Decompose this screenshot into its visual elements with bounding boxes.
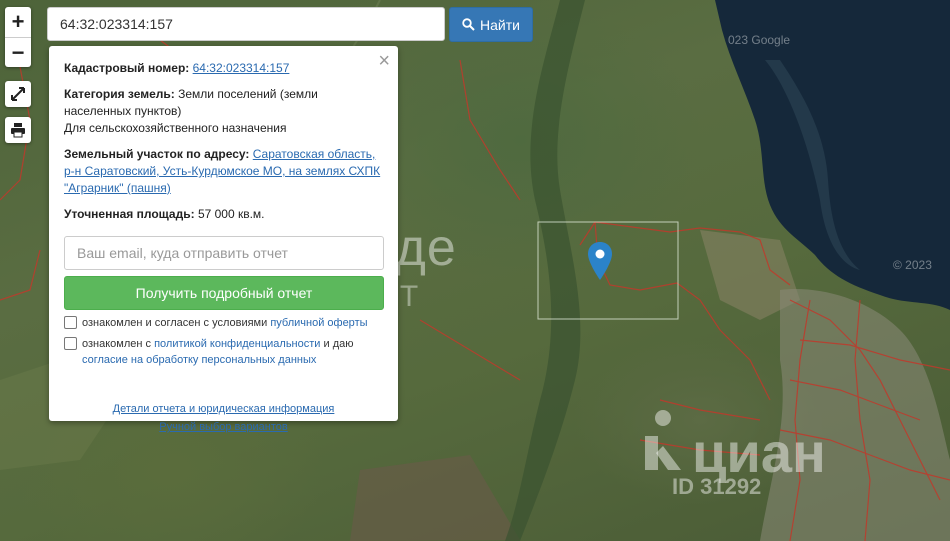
category-purpose: Для сельскохозяйственного назначения xyxy=(64,121,287,135)
printer-icon xyxy=(11,123,25,138)
land-category-row: Категория земель: Земли поселений (земли… xyxy=(64,86,383,137)
offer-consent-checkbox[interactable]: ознакомлен и согласен с условиями публич… xyxy=(64,315,383,331)
area-row: Уточненная площадь: 57 000 кв.м. xyxy=(64,206,383,223)
parcel-info-panel: × Кадастровый номер: 64:32:023314:157 Ка… xyxy=(49,46,398,433)
privacy-consent-text: ознакомлен с политикой конфиденциальност… xyxy=(82,336,383,368)
privacy-consent-checkbox[interactable]: ознакомлен с политикой конфиденциальност… xyxy=(64,336,383,368)
search-button[interactable]: Найти xyxy=(449,7,533,42)
offer-consent-text: ознакомлен и согласен с условиями публич… xyxy=(82,315,368,331)
zoom-controls: + − xyxy=(5,7,31,67)
email-field[interactable] xyxy=(64,236,384,270)
checkbox-offer[interactable] xyxy=(64,316,77,329)
search-button-label: Найти xyxy=(480,16,520,33)
manual-selection-link[interactable]: Ручной выбор вариантов xyxy=(159,421,287,433)
category-label: Категория земель: xyxy=(64,87,175,101)
google-watermark: 023 Google xyxy=(728,33,791,47)
address-label: Земельный участок по адресу: xyxy=(64,147,250,161)
area-label: Уточненная площадь: xyxy=(64,207,195,221)
checkbox-privacy[interactable] xyxy=(64,337,77,350)
close-icon[interactable]: × xyxy=(378,50,390,73)
panel-footer-links: Детали отчета и юридическая информация Р… xyxy=(64,400,383,436)
expand-icon xyxy=(11,87,25,101)
offer-consent-label: ознакомлен и согласен с условиями xyxy=(82,317,268,329)
cadastral-search-input[interactable] xyxy=(47,7,445,41)
cadastral-label: Кадастровый номер: xyxy=(64,61,190,75)
copyright-watermark: © 2023 xyxy=(893,258,932,272)
map-marker-icon[interactable] xyxy=(588,242,612,280)
fullscreen-button[interactable] xyxy=(5,81,31,107)
print-button[interactable] xyxy=(5,117,31,143)
privacy-consent-label: ознакомлен с xyxy=(82,338,152,350)
listing-id-watermark: ID 31292 xyxy=(672,474,762,499)
cadastral-number-row: Кадастровый номер: 64:32:023314:157 xyxy=(64,60,383,77)
address-row: Земельный участок по адресу: Саратовская… xyxy=(64,146,383,197)
cadastral-number-link[interactable]: 64:32:023314:157 xyxy=(193,61,290,75)
get-report-button[interactable]: Получить подробный отчет xyxy=(64,276,384,310)
area-value: 57 000 кв.м. xyxy=(197,207,265,221)
privacy-consent-mid: и даю xyxy=(323,338,354,350)
zoom-out-button[interactable]: − xyxy=(5,38,31,68)
public-offer-link[interactable]: публичной оферты xyxy=(270,317,367,329)
report-details-link[interactable]: Детали отчета и юридическая информация xyxy=(113,403,335,415)
privacy-policy-link[interactable]: политикой конфиденциальности xyxy=(154,338,320,350)
zoom-in-button[interactable]: + xyxy=(5,7,31,38)
personal-data-consent-link[interactable]: согласие на обработку персональных данны… xyxy=(82,354,316,366)
cian-logo-watermark xyxy=(645,410,681,470)
search-icon xyxy=(462,18,475,31)
